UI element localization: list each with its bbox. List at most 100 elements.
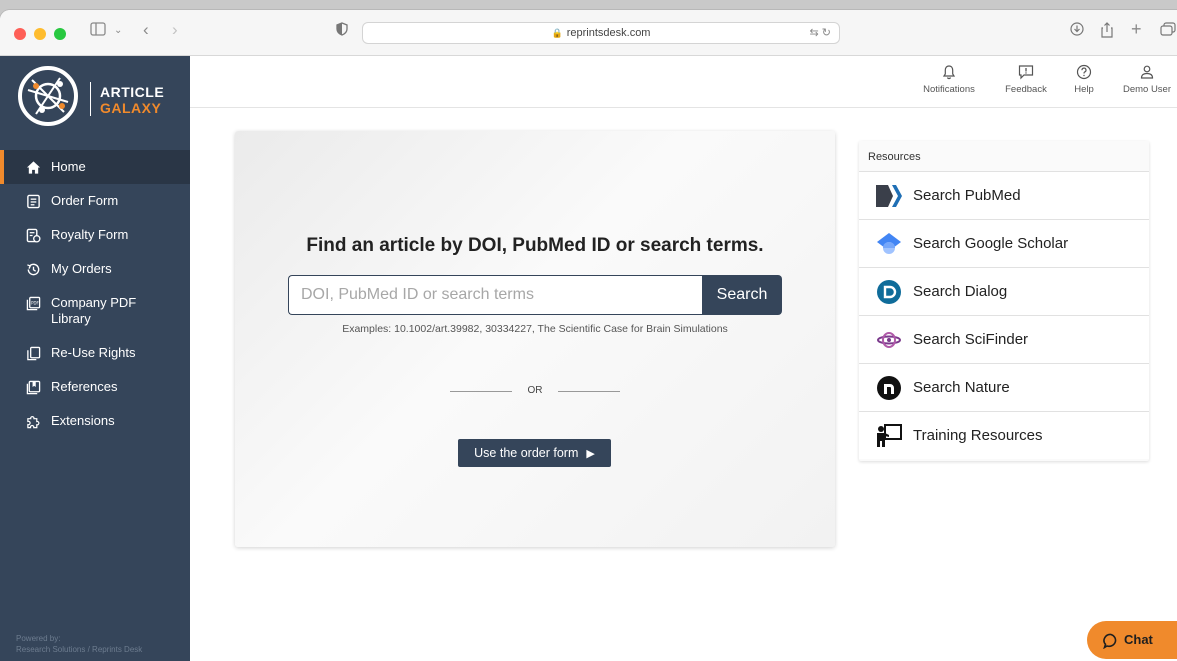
divider-line-right <box>558 391 620 392</box>
user-name: Demo User <box>1122 84 1172 95</box>
back-icon[interactable]: ‹ <box>143 20 149 40</box>
svg-text:PDF: PDF <box>31 300 39 305</box>
chevron-down-icon[interactable]: ⌄ <box>114 25 122 36</box>
article-galaxy-logo[interactable]: ARTICLE GALAXY <box>16 64 190 134</box>
bookmark-icon <box>24 379 42 395</box>
share-icon[interactable] <box>1100 22 1114 42</box>
url-text: reprintsdesk.com <box>566 27 651 39</box>
resource-label: Search Dialog <box>913 283 1008 300</box>
sidebar-item-home[interactable]: Home <box>0 150 190 184</box>
resource-label: Training Resources <box>913 427 1043 444</box>
privacy-shield-icon[interactable] <box>336 22 348 40</box>
search-card: Find an article by DOI, PubMed ID or sea… <box>235 131 835 547</box>
translate-reload-icon[interactable]: ⇆ ↻ <box>810 23 832 43</box>
resources-panel: Resources Search PubMed Search Google Sc… <box>859 141 1149 461</box>
resource-label: Search SciFinder <box>913 331 1029 348</box>
nature-icon <box>875 374 903 402</box>
chat-button[interactable]: Chat <box>1087 621 1177 659</box>
logo-text-galaxy: GALAXY <box>100 100 162 116</box>
sidebar-item-label: Re-Use Rights <box>51 345 136 360</box>
use-order-form-button[interactable]: Use the order form ▶ <box>458 439 611 467</box>
forward-icon[interactable]: › <box>172 20 178 40</box>
resource-label: Search Google Scholar <box>913 235 1069 252</box>
address-bar[interactable]: 🔒 reprintsdesk.com ⇆ ↻ <box>362 22 840 44</box>
help-button[interactable]: Help <box>1070 64 1098 95</box>
page-title: Find an article by DOI, PubMed ID or sea… <box>306 235 764 256</box>
feedback-icon <box>1018 65 1034 80</box>
lock-icon: 🔒 <box>551 28 563 38</box>
user-icon <box>1140 65 1154 79</box>
browser-window: ⌄ ‹ › 🔒 reprintsdesk.com ⇆ ↻ + ARTICLE G… <box>0 10 1177 661</box>
resource-search-scifinder[interactable]: Search SciFinder <box>859 315 1149 363</box>
logo-text-article: ARTICLE <box>100 84 165 100</box>
powered-by-company[interactable]: Research Solutions / Reprints Desk <box>16 644 142 655</box>
sidebar-item-company-pdf-library[interactable]: PDF Company PDF Library <box>0 286 190 336</box>
google-scholar-icon <box>875 230 903 258</box>
sidebar-item-my-orders[interactable]: My Orders <box>0 252 190 286</box>
sidebar-nav: Home Order Form Royalty Form My Orders P… <box>0 150 190 438</box>
feedback-button[interactable]: Feedback <box>1002 64 1050 95</box>
order-button-label: Use the order form <box>474 446 579 460</box>
window-controls <box>14 28 66 40</box>
resource-search-pubmed[interactable]: Search PubMed <box>859 171 1149 219</box>
chat-label: Chat <box>1124 632 1153 647</box>
search-examples: Examples: 10.1002/art.39982, 30334227, T… <box>342 323 728 335</box>
resource-search-dialog[interactable]: Search Dialog <box>859 267 1149 315</box>
notifications-label: Notifications <box>923 84 975 95</box>
or-divider: OR <box>450 385 620 397</box>
resource-search-nature[interactable]: Search Nature <box>859 363 1149 411</box>
chat-bubble-icon <box>1103 633 1117 649</box>
sidebar-item-references[interactable]: References <box>0 370 190 404</box>
resource-training-resources[interactable]: Training Resources <box>859 411 1149 459</box>
tabs-overview-icon[interactable] <box>1160 22 1176 40</box>
sidebar-item-label: References <box>51 379 118 394</box>
powered-by-label: Powered by: <box>16 634 61 643</box>
maximize-window-button[interactable] <box>54 28 66 40</box>
close-window-button[interactable] <box>14 28 26 40</box>
minimize-window-button[interactable] <box>34 28 46 40</box>
scifinder-icon <box>875 326 903 354</box>
royalty-form-icon <box>24 227 42 243</box>
browser-toolbar: ⌄ ‹ › 🔒 reprintsdesk.com ⇆ ↻ + <box>0 10 1177 56</box>
home-icon <box>24 159 42 175</box>
help-icon <box>1076 64 1092 80</box>
help-label: Help <box>1074 84 1094 95</box>
bell-icon <box>942 65 956 80</box>
sidebar-item-label: Royalty Form <box>51 227 129 242</box>
resource-label: Search PubMed <box>913 187 1021 204</box>
resources-heading: Resources <box>868 151 921 163</box>
top-header: Notifications Feedback Help Demo User <box>190 56 1177 108</box>
powered-by: Powered by: Research Solutions / Reprint… <box>16 633 142 655</box>
resource-search-google-scholar[interactable]: Search Google Scholar <box>859 219 1149 267</box>
search-button[interactable]: Search <box>702 275 782 315</box>
play-arrow-icon: ▶ <box>586 448 595 460</box>
search-bar: Search <box>288 275 782 315</box>
sidebar-toggle-icon[interactable] <box>90 22 106 40</box>
history-icon <box>24 261 42 277</box>
sidebar-item-re-use-rights[interactable]: Re-Use Rights <box>0 336 190 370</box>
puzzle-icon <box>24 413 42 429</box>
sidebar: ARTICLE GALAXY Home Order Form Royalty F… <box>0 56 190 661</box>
training-icon <box>875 422 903 450</box>
sidebar-item-label: My Orders <box>51 261 112 276</box>
sidebar-item-order-form[interactable]: Order Form <box>0 184 190 218</box>
sidebar-item-royalty-form[interactable]: Royalty Form <box>0 218 190 252</box>
user-menu-button[interactable]: Demo User <box>1120 64 1174 95</box>
sidebar-item-extensions[interactable]: Extensions <box>0 404 190 438</box>
sidebar-item-label: Home <box>51 159 86 174</box>
sidebar-item-label: Extensions <box>51 413 115 428</box>
copy-icon <box>24 345 42 361</box>
sidebar-item-label: Order Form <box>51 193 119 208</box>
pdf-library-icon: PDF <box>24 295 42 311</box>
notifications-button[interactable]: Notifications <box>918 64 980 95</box>
feedback-label: Feedback <box>1005 84 1047 95</box>
logo-divider <box>90 82 91 116</box>
new-tab-icon[interactable]: + <box>1131 19 1142 40</box>
download-icon[interactable] <box>1070 22 1084 40</box>
pubmed-icon <box>875 182 903 210</box>
resource-label: Search Nature <box>913 379 1010 396</box>
search-input[interactable] <box>288 275 702 315</box>
order-form-icon <box>24 193 42 209</box>
dialog-icon <box>875 278 903 306</box>
sidebar-item-label: Company PDF Library <box>51 295 137 326</box>
